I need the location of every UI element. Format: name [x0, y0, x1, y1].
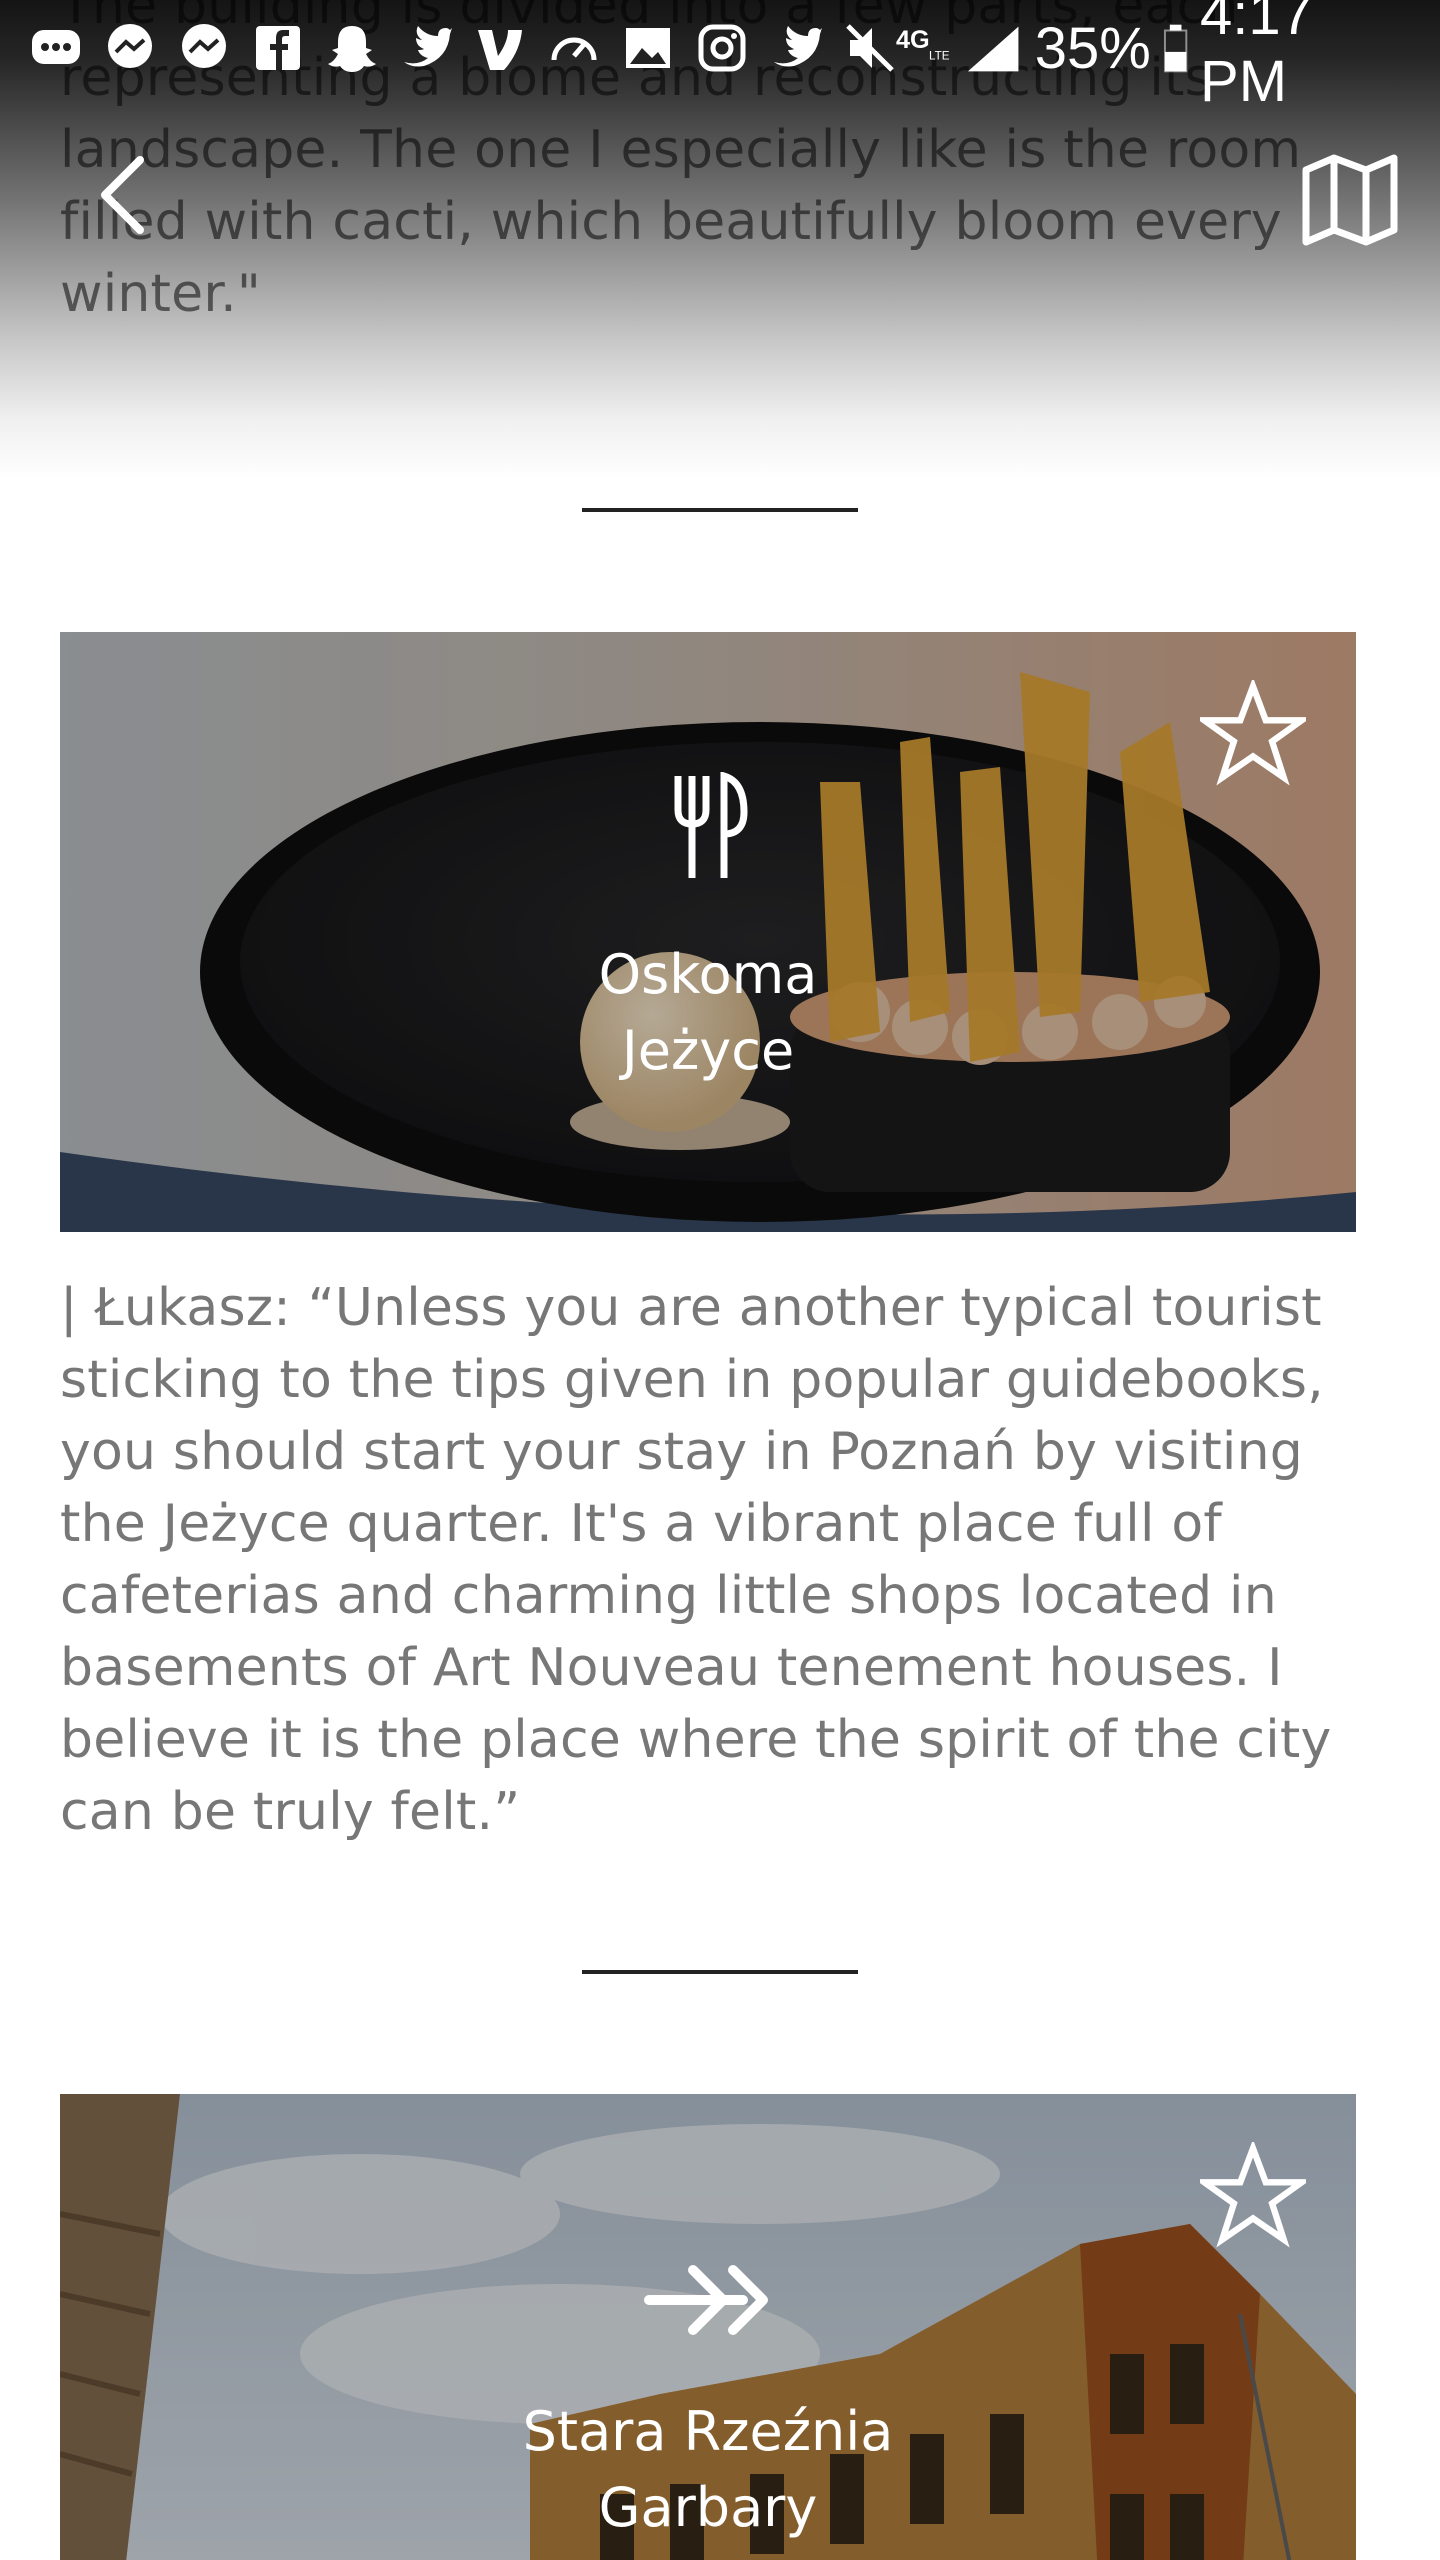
star-outline-icon[interactable]	[1200, 2142, 1306, 2248]
place-card-oskoma[interactable]: Oskoma Jeżyce	[60, 632, 1356, 1232]
text-line: sticking to the tips given in popular gu…	[60, 1350, 1324, 1410]
text-line: basements of Art Nouveau tenement houses…	[60, 1638, 1283, 1698]
text-line: | Łukasz: “Unless you are another typica…	[60, 1278, 1322, 1338]
place-name: Oskoma	[598, 943, 818, 1006]
speedometer-icon	[551, 37, 597, 61]
fork-knife-icon	[674, 772, 748, 878]
star-outline-icon[interactable]	[1200, 680, 1306, 786]
signal-bars-icon	[968, 26, 1019, 72]
mute-icon	[846, 24, 894, 72]
quote-paragraph: | Łukasz: “Unless you are another typica…	[60, 1272, 1360, 1848]
place-district: Garbary	[598, 2476, 818, 2539]
chat-bubble-icon	[32, 30, 80, 64]
messenger-icon	[182, 24, 226, 68]
snapchat-icon	[328, 26, 376, 72]
place-card-stara-rzeznia[interactable]: Stara Rzeźnia Garbary	[60, 2094, 1356, 2560]
status-bar: 4G LTE 35% 4:17 PM	[0, 0, 1440, 114]
twitter-icon	[404, 26, 452, 67]
section-divider	[582, 508, 858, 512]
messenger-icon	[108, 24, 152, 68]
text-line: landscape. The one I especially like is …	[60, 120, 1302, 180]
place-name: Stara Rzeźnia	[522, 2400, 894, 2463]
double-arrow-right-icon	[644, 2265, 768, 2335]
system-status: 4G LTE 35% 4:17 PM	[896, 0, 1410, 115]
svg-text:4G: 4G	[896, 26, 930, 54]
text-line: cafeterias and charming little shops loc…	[60, 1566, 1277, 1626]
notification-icons	[30, 22, 896, 74]
network-4g-lte-icon: 4GLTE	[896, 26, 950, 63]
chevron-left-icon[interactable]	[80, 150, 170, 240]
venmo-icon	[478, 30, 522, 70]
place-district: Jeżyce	[621, 1019, 795, 1082]
svg-text:LTE: LTE	[929, 50, 950, 63]
text-line: filled with cacti, which beautifully blo…	[60, 192, 1282, 252]
facebook-icon	[256, 26, 300, 70]
text-line: you should start your stay in Poznań by …	[60, 1422, 1303, 1482]
battery-icon	[1163, 24, 1188, 73]
twitter-icon	[774, 26, 822, 67]
place-title: Oskoma Jeżyce	[60, 937, 1356, 1089]
text-line: can be truly felt.”	[60, 1782, 521, 1842]
gallery-icon	[626, 28, 670, 68]
text-line: the Jeżyce quarter. It's a vibrant place…	[60, 1494, 1222, 1554]
instagram-icon	[698, 24, 746, 72]
image-overlay	[60, 632, 1356, 1232]
place-title: Stara Rzeźnia Garbary	[60, 2394, 1356, 2546]
text-line: believe it is the place where the spirit…	[60, 1710, 1332, 1770]
map-icon[interactable]	[1300, 150, 1400, 250]
section-divider	[582, 1970, 858, 1974]
text-line: winter."	[60, 264, 261, 324]
clock: 4:17 PM	[1200, 0, 1313, 114]
battery-percent: 35%	[1034, 15, 1151, 81]
place-detail-screen: The building is divided into a few parts…	[0, 0, 1440, 2560]
